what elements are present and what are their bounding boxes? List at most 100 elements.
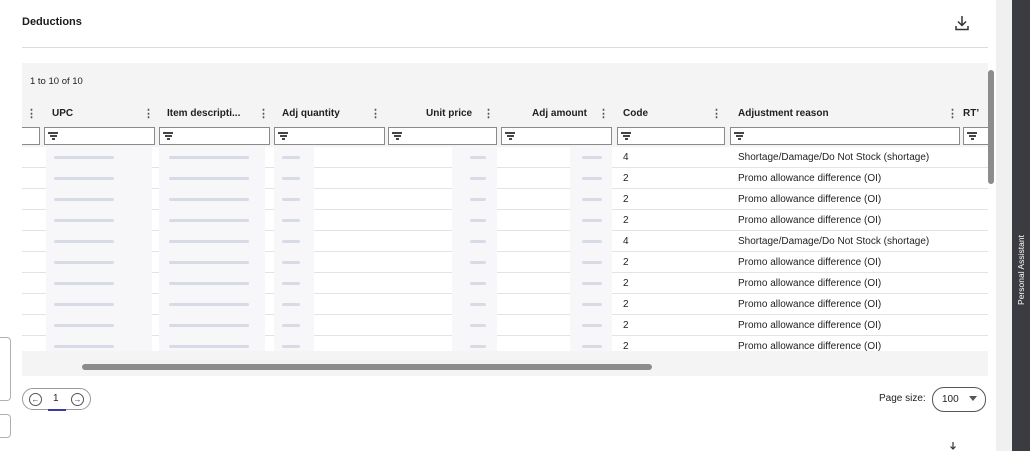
redacted-cell [570,273,612,294]
column-menu-icon[interactable]: ⋮ [483,103,494,125]
page-size-select[interactable]: 100 [932,387,986,412]
filter-cell[interactable] [159,125,272,147]
personal-assistant-sidebar[interactable] [1012,0,1030,451]
column-header-label: UPC [52,108,74,119]
vertical-scrollbar[interactable] [988,70,994,184]
filter-input[interactable] [388,127,497,145]
grid-body: 4 Shortage/Damage/Do Not Stock (shortage)… [22,147,988,351]
column-header-label: Item descripti... [167,108,241,119]
horizontal-scrollbar[interactable] [82,364,652,370]
table-row[interactable]: 2 Promo allowance difference (OI) [22,189,988,210]
left-panel-fragment [0,337,11,401]
filter-cell[interactable] [44,125,157,147]
adjustment-reason-cell: Shortage/Damage/Do Not Stock (shortage) [738,152,930,163]
chevron-down-icon [969,396,977,401]
download-icon[interactable] [948,442,958,451]
code-cell: 2 [623,299,629,310]
redacted-cell [452,168,497,189]
current-page-indicator [48,409,66,411]
table-row[interactable]: 4 Shortage/Damage/Do Not Stock (shortage) [22,231,988,252]
column-menu-icon[interactable]: ⋮ [370,103,381,125]
table-row[interactable]: 2 Promo allowance difference (OI) [22,210,988,231]
column-header-label: Adj amount [532,108,587,119]
current-page[interactable]: 1 [53,393,59,404]
column-menu-icon[interactable]: ⋮ [26,103,37,125]
filter-icon [48,131,58,141]
column-menu-icon[interactable]: ⋮ [258,103,269,125]
filter-cell[interactable] [617,125,727,147]
adjustment-reason-cell: Promo allowance difference (OI) [738,215,882,226]
redacted-cell [159,336,265,351]
filter-icon [734,131,744,141]
personal-assistant-tab[interactable]: Personal Assistant [1014,230,1028,310]
filter-input[interactable] [617,127,725,145]
filter-cell[interactable] [730,125,963,147]
filter-input[interactable] [501,127,612,145]
column-header-label: Adj quantity [282,108,340,119]
code-cell: 2 [623,341,629,351]
redacted-cell [452,315,497,336]
filter-cell[interactable] [388,125,501,147]
panel-title: Deductions [22,16,82,28]
redacted-cell [159,147,265,168]
column-header-item-description[interactable]: Item descripti... ⋮ [155,103,270,125]
column-header-upc[interactable]: UPC ⋮ [40,103,155,125]
adjustment-reason-cell: Promo allowance difference (OI) [738,257,882,268]
filter-row [22,125,988,147]
redacted-cell [274,273,314,294]
filter-cell[interactable] [963,125,988,147]
table-row[interactable]: 2 Promo allowance difference (OI) [22,336,988,351]
adjustment-reason-cell: Promo allowance difference (OI) [738,173,882,184]
filter-input[interactable] [44,127,155,145]
redacted-cell [274,336,314,351]
column-menu-icon[interactable]: ⋮ [947,103,958,125]
next-page-icon[interactable]: → [71,393,84,406]
table-row[interactable]: 2 Promo allowance difference (OI) [22,294,988,315]
table-row[interactable]: 4 Shortage/Damage/Do Not Stock (shortage) [22,147,988,168]
column-header-adj-amount[interactable]: Adj amount ⋮ [500,103,615,125]
redacted-cell [452,210,497,231]
filter-input[interactable] [159,127,270,145]
column-header-code[interactable]: Code ⋮ [615,103,729,125]
column-menu-icon[interactable]: ⋮ [598,103,609,125]
redacted-cell [46,336,152,351]
redacted-cell [452,189,497,210]
column-header-unit-price[interactable]: Unit price ⋮ [385,103,500,125]
redacted-cell [274,168,314,189]
redacted-cell [452,252,497,273]
redacted-cell [46,168,152,189]
column-header-rt[interactable]: RT’ [963,103,988,125]
column-menu-icon[interactable]: ⋮ [711,103,722,125]
column-header-adjustment-reason[interactable]: Adjustment reason ⋮ [729,103,963,125]
filter-input[interactable] [730,127,960,145]
filter-cell[interactable] [501,125,614,147]
code-cell: 2 [623,278,629,289]
table-row[interactable]: 2 Promo allowance difference (OI) [22,252,988,273]
filter-cell[interactable] [274,125,387,147]
redacted-cell [452,273,497,294]
adjustment-reason-cell: Promo allowance difference (OI) [738,299,882,310]
table-row[interactable]: 2 Promo allowance difference (OI) [22,168,988,189]
code-cell: 2 [623,215,629,226]
filter-input[interactable] [274,127,385,145]
filter-cell[interactable] [22,125,44,147]
column-header-adj-quantity[interactable]: Adj quantity ⋮ [270,103,385,125]
redacted-cell [570,252,612,273]
code-cell: 2 [623,320,629,331]
filter-input[interactable] [22,127,40,145]
table-row[interactable]: 2 Promo allowance difference (OI) [22,273,988,294]
filter-input[interactable] [963,127,988,145]
column-header-label: Unit price [426,108,473,119]
code-cell: 4 [623,152,629,163]
redacted-cell [570,210,612,231]
left-panel-fragment [0,414,11,438]
download-icon[interactable] [954,14,970,32]
redacted-cell [452,294,497,315]
column-menu-icon[interactable]: ⋮ [143,103,154,125]
table-row[interactable]: 2 Promo allowance difference (OI) [22,315,988,336]
column-header-label: RT’ [963,108,980,119]
code-cell: 2 [623,257,629,268]
previous-page-icon[interactable]: ← [29,393,42,406]
page-size-label: Page size: [879,393,926,404]
column-header-label: Adjustment reason [738,108,829,119]
